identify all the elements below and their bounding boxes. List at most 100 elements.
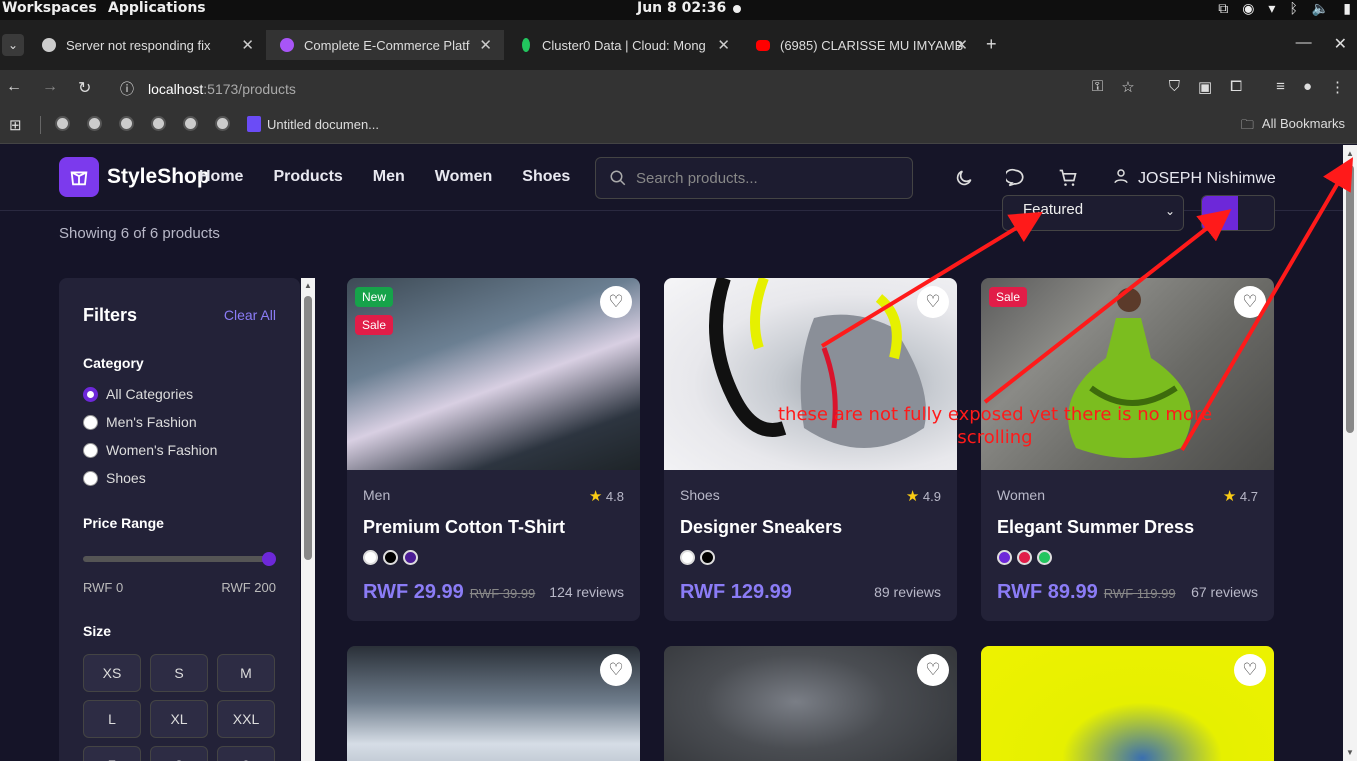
volume-icon[interactable]: 🔈 — [1312, 1, 1329, 17]
color-swatch[interactable] — [363, 550, 378, 565]
browser-tab-active[interactable]: Complete E-Commerce Platf ✕ — [266, 30, 504, 60]
workspaces-menu[interactable]: Workspaces — [2, 0, 97, 16]
category-option-shoes[interactable]: Shoes — [83, 470, 146, 486]
product-card[interactable]: ♡ — [347, 646, 640, 761]
forward-icon[interactable]: → — [42, 78, 58, 98]
browser-tab[interactable]: Server not responding fix ✕ — [28, 30, 266, 60]
product-image[interactable] — [664, 646, 957, 761]
radio[interactable] — [83, 470, 98, 486]
slider-handle[interactable] — [262, 552, 276, 566]
bookmark-star-icon[interactable]: ☆ — [1121, 78, 1134, 96]
bookmark-globe-icon[interactable] — [183, 116, 198, 131]
extension-icon[interactable]: ▣ — [1198, 78, 1212, 96]
color-swatch[interactable] — [680, 550, 695, 565]
search-input[interactable]: Search products... — [595, 157, 913, 199]
minimize-icon[interactable]: — — [1296, 34, 1312, 54]
close-tab-icon[interactable]: ✕ — [241, 36, 254, 54]
close-tab-icon[interactable]: ✕ — [717, 36, 730, 54]
wishlist-heart-icon[interactable]: ♡ — [917, 286, 949, 318]
color-swatch[interactable] — [997, 550, 1012, 565]
radio[interactable] — [83, 442, 98, 458]
size-button[interactable]: M — [217, 654, 275, 692]
product-image[interactable] — [981, 646, 1274, 761]
color-swatch[interactable] — [383, 550, 398, 565]
back-icon[interactable]: ← — [6, 78, 22, 98]
reload-icon[interactable]: ↻ — [78, 78, 91, 98]
extensions-puzzle-icon[interactable]: ⧠ — [1230, 78, 1242, 96]
grid-view-button[interactable] — [1202, 196, 1238, 230]
nav-shoes[interactable]: Shoes — [522, 168, 570, 186]
close-tab-icon[interactable]: ✕ — [955, 36, 968, 54]
wifi-icon[interactable]: ▾ — [1268, 1, 1275, 17]
site-logo[interactable]: StyleShop — [59, 157, 210, 197]
color-swatch[interactable] — [700, 550, 715, 565]
price-range-slider[interactable] — [83, 552, 276, 566]
bookmark-globe-icon[interactable] — [55, 116, 70, 131]
size-button[interactable]: 7 — [83, 746, 141, 761]
nav-men[interactable]: Men — [373, 168, 405, 186]
nav-home[interactable]: Home — [199, 168, 243, 186]
scroll-down-arrow-icon[interactable]: ▼ — [1346, 748, 1354, 757]
product-card[interactable]: ♡ — [981, 646, 1274, 761]
size-button[interactable]: 8 — [150, 746, 208, 761]
size-button[interactable]: XXL — [217, 700, 275, 738]
size-button[interactable]: 9 — [217, 746, 275, 761]
scrollbar-thumb[interactable] — [304, 296, 312, 560]
system-clock[interactable]: Jun 8 02:36 — [637, 0, 726, 16]
color-swatch[interactable] — [1037, 550, 1052, 565]
sort-select[interactable]: Featured ⌄ — [1002, 195, 1184, 231]
shield-extension-icon[interactable]: ⛉ — [1169, 78, 1180, 96]
product-name[interactable]: Premium Cotton T-Shirt — [363, 517, 565, 538]
all-bookmarks-button[interactable]: 🗀 All Bookmarks — [1241, 116, 1345, 138]
nav-women[interactable]: Women — [435, 168, 492, 186]
close-tab-icon[interactable]: ✕ — [479, 36, 492, 54]
product-name[interactable]: Elegant Summer Dress — [997, 517, 1194, 538]
scroll-up-arrow-icon[interactable]: ▲ — [1346, 149, 1354, 158]
page-scrollbar[interactable]: ▲ ▼ — [1343, 145, 1357, 761]
reading-list-icon[interactable]: ≡ — [1276, 78, 1285, 96]
wishlist-heart-icon[interactable]: ♡ — [1234, 286, 1266, 318]
color-swatch[interactable] — [403, 550, 418, 565]
filters-scrollbar[interactable]: ▲ — [301, 278, 315, 761]
user-menu[interactable]: JOSEPH Nishimwe — [1112, 167, 1276, 190]
product-card[interactable]: ♡ — [664, 646, 957, 761]
scroll-up-arrow-icon[interactable]: ▲ — [304, 281, 312, 290]
bookmark-untitled-document[interactable]: Untitled documen... — [247, 116, 379, 132]
clear-all-button[interactable]: Clear All — [224, 307, 276, 323]
bookmark-globe-icon[interactable] — [151, 116, 166, 131]
category-option-men[interactable]: Men's Fashion — [83, 414, 197, 430]
dark-mode-moon-icon[interactable] — [954, 168, 974, 193]
apps-grid-icon[interactable]: ⊞ — [9, 116, 22, 134]
browser-tab[interactable]: (6985) CLARISSE MU IMYAMB ✕ — [742, 30, 980, 60]
size-button[interactable]: XS — [83, 654, 141, 692]
size-button[interactable]: XL — [150, 700, 208, 738]
bookmark-globe-icon[interactable] — [119, 116, 134, 131]
new-tab-icon[interactable]: + — [986, 34, 997, 55]
wishlist-heart-icon[interactable]: ♡ — [600, 654, 632, 686]
address-bar[interactable]: ⓘ localhost:5173/products — [120, 79, 296, 99]
scrollbar-thumb[interactable] — [1346, 165, 1354, 433]
bookmark-globe-icon[interactable] — [215, 116, 230, 131]
product-image[interactable] — [347, 646, 640, 761]
product-card[interactable]: ♡ Shoes ★ 4.9 Designer Sneakers RWF 129.… — [664, 278, 957, 621]
wishlist-heart-icon[interactable]: ♡ — [1234, 654, 1266, 686]
app-indicator-icon[interactable]: ◉ — [1242, 1, 1254, 17]
bookmark-globe-icon[interactable] — [87, 116, 102, 131]
category-option-women[interactable]: Women's Fashion — [83, 442, 217, 458]
cart-icon[interactable] — [1058, 168, 1078, 193]
radio-selected[interactable] — [83, 386, 98, 402]
site-info-icon[interactable]: ⓘ — [120, 81, 134, 97]
profile-avatar-icon[interactable]: ● — [1303, 78, 1312, 96]
close-window-icon[interactable]: ✕ — [1334, 34, 1347, 54]
browser-tab[interactable]: Cluster0 Data | Cloud: Mong ✕ — [504, 30, 742, 60]
size-button[interactable]: L — [83, 700, 141, 738]
applications-menu[interactable]: Applications — [108, 0, 206, 16]
category-option-all[interactable]: All Categories — [83, 386, 193, 402]
password-key-icon[interactable]: ⚿ — [1092, 78, 1103, 96]
product-name[interactable]: Designer Sneakers — [680, 517, 842, 538]
wishlist-heart-icon[interactable]: ♡ — [917, 654, 949, 686]
bluetooth-icon[interactable]: ᛒ — [1289, 1, 1297, 17]
chat-icon[interactable] — [1004, 168, 1026, 193]
product-image[interactable] — [347, 278, 640, 470]
wishlist-heart-icon[interactable]: ♡ — [600, 286, 632, 318]
